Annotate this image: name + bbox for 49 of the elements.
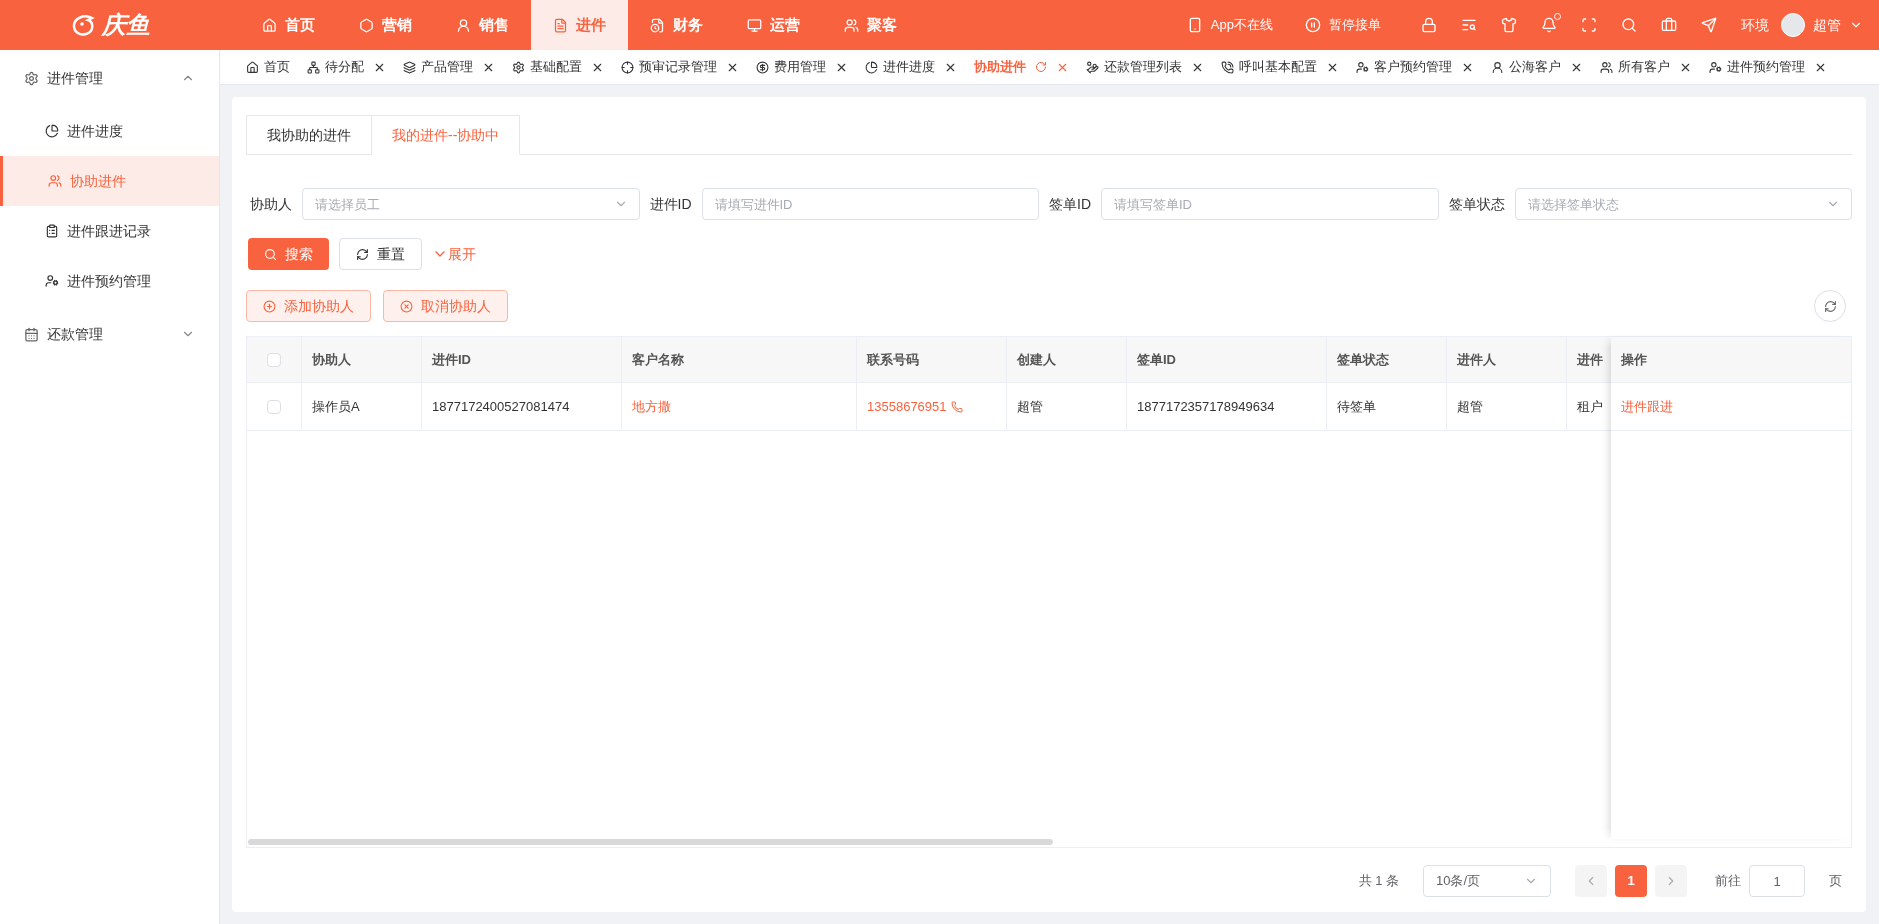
table-cell-text: 1877172400527081474 [432,397,570,416]
page-tab[interactable]: 首页 [246,57,290,77]
input-field[interactable]: 请填写签单ID [1101,188,1439,220]
select-field[interactable]: 请选择员工 [302,188,640,220]
table-cell-text: 待签单 [1337,397,1376,416]
total-count: 共 1 条 [1358,872,1399,891]
column-header: 创建人 [1007,337,1127,382]
page-tab[interactable]: 待分配 [307,57,386,77]
logo-text: 庆鱼 [102,10,150,40]
table-cell-text: 1877172357178949634 [1137,397,1275,416]
input-field[interactable]: 请填写进件ID [701,188,1039,220]
filter-label: 协助人 [250,194,292,214]
goto-label: 前往 [1715,872,1741,891]
filter-label: 签单状态 [1448,194,1505,214]
sidebar-item[interactable]: 进件跟进记录 [0,206,219,256]
page-tab[interactable]: 进件进度 [865,57,957,77]
page-size-select[interactable]: 10条/页 [1423,865,1551,897]
table-cell-text: 租户 [1577,397,1603,416]
page-tab[interactable]: 产品管理 [403,57,495,77]
page-suffix: 页 [1829,872,1842,891]
page-tab[interactable]: 公海客户 [1491,57,1583,77]
select-field[interactable]: 请选择签单状态 [1514,188,1852,220]
page-tab[interactable]: 基础配置 [512,57,604,77]
table-cell-text: 操作员A [312,397,360,416]
column-header: 签单状态 [1327,337,1447,382]
page-tab[interactable]: 费用管理 [756,57,848,77]
goto-page-field[interactable]: 1 [1749,865,1805,897]
filter-label: 进件ID [649,194,692,214]
reset-button[interactable]: 重置 [339,238,422,270]
sidebar-item[interactable]: 进件进度 [0,106,219,156]
page-tab[interactable]: 所有客户 [1600,57,1692,77]
sidebar-item[interactable]: 进件预约管理 [0,256,219,306]
table-cell-text: 超管 [1017,397,1043,416]
column-header: 协助人 [302,337,422,382]
page-tab[interactable]: 预审记录管理 [621,57,739,77]
sidebar-group[interactable]: 进件管理 [0,50,219,106]
filter-label: 签单ID [1049,194,1091,214]
column-header: 进件ID [422,337,622,382]
page-tab[interactable]: 客户预约管理 [1356,57,1474,77]
page-tab[interactable]: 呼叫基本配置 [1221,57,1339,77]
column-header: 签单ID [1127,337,1327,382]
column-header: 联系号码 [857,337,1007,382]
page-tab[interactable]: 还款管理列表 [1086,57,1204,77]
column-header: 进件人 [1447,337,1567,382]
column-header: 客户名称 [622,337,857,382]
page-tab[interactable]: 进件预约管理 [1709,57,1827,77]
column-header: 操作 [1621,350,1647,369]
sidebar-group[interactable]: 还款管理 [0,306,219,362]
table-cell-text: 超管 [1457,397,1483,416]
